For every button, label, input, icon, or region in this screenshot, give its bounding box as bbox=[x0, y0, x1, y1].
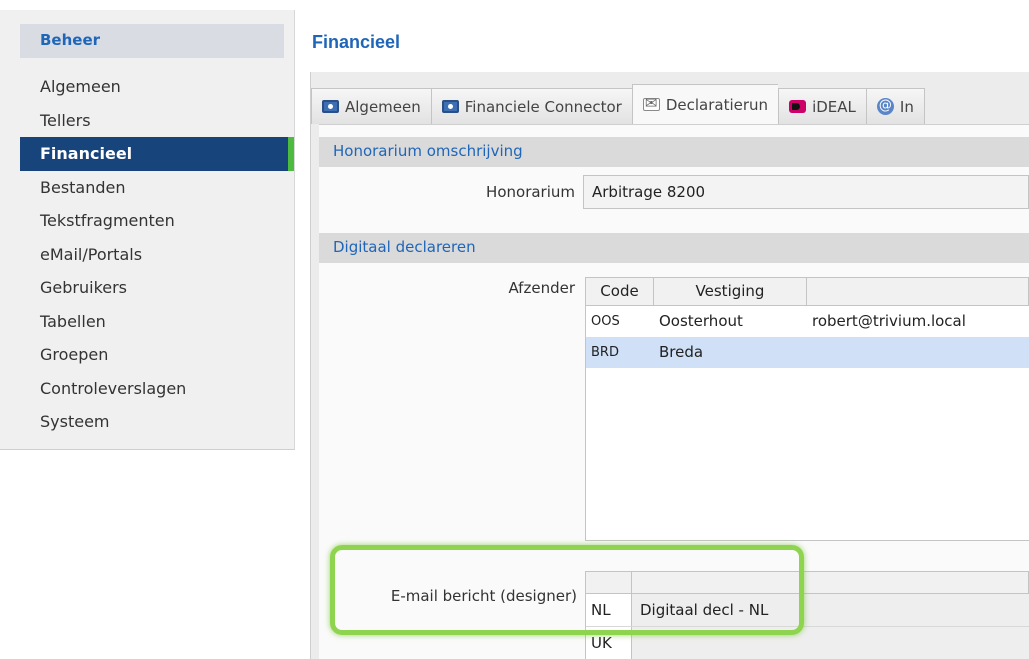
sidebar-list: Algemeen Tellers Financieel Bestanden Te… bbox=[20, 70, 294, 439]
tab-panel: Algemeen Financiele Connector Declaratie… bbox=[310, 72, 1029, 659]
section-header-honorarium: Honorarium omschrijving bbox=[319, 137, 1029, 167]
cell-template[interactable]: Digitaal decl - NL bbox=[632, 594, 1029, 626]
envelope-icon bbox=[642, 94, 660, 112]
cell-email bbox=[807, 337, 1029, 368]
tab-ideal[interactable]: iDEAL bbox=[778, 88, 866, 124]
sidebar-item-tekstfragmenten[interactable]: Tekstfragmenten bbox=[20, 204, 294, 238]
section-header-digitaal: Digitaal declareren bbox=[319, 233, 1029, 263]
cell-vestiging: Breda bbox=[659, 343, 704, 361]
cell-code: BRD bbox=[591, 345, 619, 360]
column-header-template bbox=[632, 572, 1029, 593]
main-area: Financieel Algemeen Financiele Connector… bbox=[296, 10, 1029, 659]
at-icon: @ bbox=[876, 98, 894, 115]
tab-declaratierun[interactable]: Declaratierun bbox=[631, 84, 779, 124]
tab-label: In bbox=[899, 97, 914, 116]
sidebar-item-tellers[interactable]: Tellers bbox=[20, 104, 294, 138]
money-icon bbox=[322, 100, 339, 113]
cell-lang: UK bbox=[586, 627, 632, 659]
sidebar: Beheer Algemeen Tellers Financieel Besta… bbox=[0, 10, 295, 450]
tab-content: Honorarium omschrijving Honorarium Arbit… bbox=[319, 124, 1029, 659]
sidebar-item-systeem[interactable]: Systeem bbox=[20, 405, 294, 439]
cell-code: OOS bbox=[591, 314, 620, 329]
sidebar-item-gebruikers[interactable]: Gebruikers bbox=[20, 271, 294, 305]
afzender-label: Afzender bbox=[508, 279, 575, 297]
page-title: Financieel bbox=[312, 32, 401, 52]
ideal-icon bbox=[789, 100, 807, 113]
sidebar-item-financieel[interactable]: Financieel bbox=[20, 137, 294, 171]
afzender-grid-header: Code Vestiging bbox=[586, 278, 1029, 306]
table-row[interactable]: UK bbox=[586, 627, 1029, 659]
table-row[interactable]: BRD Breda bbox=[586, 337, 1029, 368]
table-row[interactable]: OOS Oosterhout robert@trivium.local bbox=[586, 306, 1029, 337]
tab-financiele-connector[interactable]: Financiele Connector bbox=[430, 88, 632, 124]
column-header-code[interactable]: Code bbox=[586, 278, 654, 305]
sidebar-item-controleverslagen[interactable]: Controleverslagen bbox=[20, 372, 294, 406]
sidebar-item-tabellen[interactable]: Tabellen bbox=[20, 305, 294, 339]
sidebar-item-algemeen[interactable]: Algemeen bbox=[20, 70, 294, 104]
tab-algemeen[interactable]: Algemeen bbox=[311, 88, 431, 124]
honorarium-select[interactable]: Arbitrage 8200 bbox=[583, 175, 1029, 209]
email-grid-header bbox=[586, 572, 1029, 594]
column-header-email[interactable] bbox=[807, 278, 1029, 305]
sidebar-header: Beheer bbox=[20, 24, 284, 58]
tab-label: iDEAL bbox=[812, 97, 856, 116]
tab-label: Algemeen bbox=[345, 97, 421, 116]
table-row[interactable]: NL Digitaal decl - NL bbox=[586, 594, 1029, 627]
cell-vestiging: Oosterhout bbox=[659, 312, 743, 330]
tab-label: Declaratierun bbox=[665, 95, 769, 114]
sidebar-item-bestanden[interactable]: Bestanden bbox=[20, 171, 294, 205]
sidebar-item-email-portals[interactable]: eMail/Portals bbox=[20, 238, 294, 272]
tab-bar: Algemeen Financiele Connector Declaratie… bbox=[311, 84, 1029, 124]
money-icon bbox=[441, 100, 459, 113]
email-bericht-label: E-mail bericht (designer) bbox=[390, 587, 577, 605]
sidebar-item-groepen[interactable]: Groepen bbox=[20, 338, 294, 372]
tab-in[interactable]: @ In bbox=[865, 88, 925, 124]
honorarium-label: Honorarium bbox=[486, 183, 575, 201]
cell-template[interactable] bbox=[632, 627, 1029, 659]
cell-email: robert@trivium.local bbox=[812, 312, 966, 330]
tab-label: Financiele Connector bbox=[464, 97, 622, 116]
email-bericht-grid[interactable]: NL Digitaal decl - NL UK bbox=[585, 571, 1029, 659]
afzender-grid[interactable]: Code Vestiging OOS Oosterhout robert@tri… bbox=[585, 277, 1029, 541]
column-header-lang bbox=[586, 572, 632, 593]
cell-lang: NL bbox=[586, 594, 632, 626]
column-header-vestiging[interactable]: Vestiging bbox=[654, 278, 807, 305]
